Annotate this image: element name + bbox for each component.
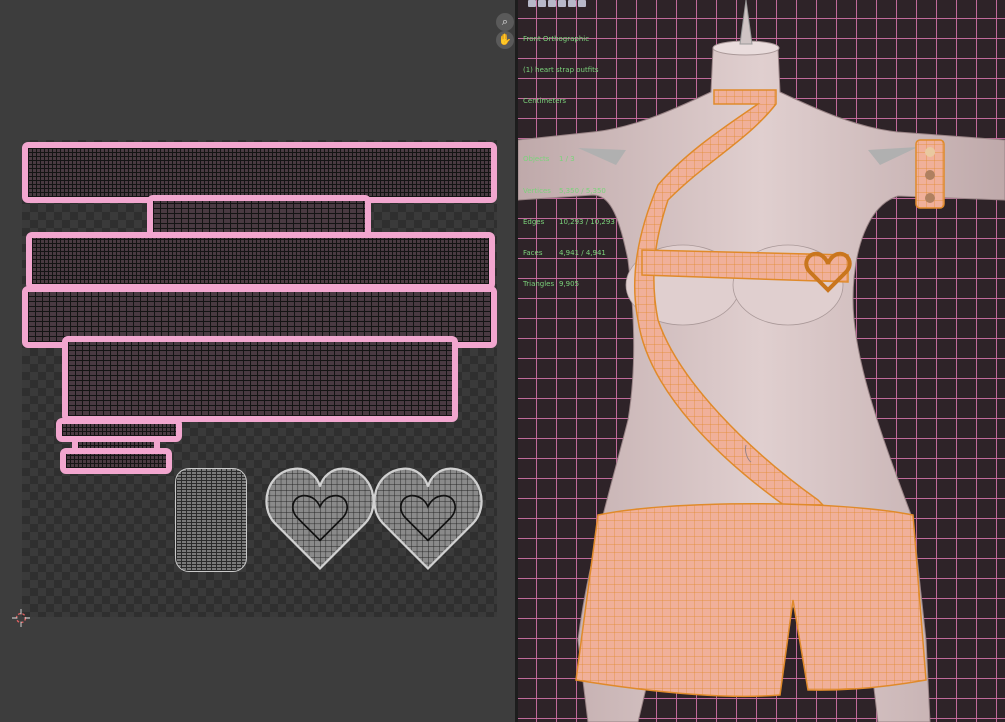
uv-island-small-strip-3[interactable] <box>60 448 172 474</box>
mode-icon[interactable] <box>528 0 536 7</box>
uv-island-buckle[interactable] <box>175 468 247 572</box>
stat-vertices: Vertices 5,350 / 5,350 <box>523 186 606 195</box>
zoom-icon: ⌕ <box>501 15 509 28</box>
uv-island-heart-1[interactable] <box>264 462 376 574</box>
units-label: Centimeters <box>523 97 567 106</box>
select-invert-icon[interactable] <box>568 0 576 7</box>
select-box-icon[interactable] <box>538 0 546 7</box>
neck-spike <box>739 0 753 45</box>
select-extend-icon[interactable] <box>548 0 556 7</box>
stat-triangles: Triangles 9,905 <box>523 280 580 289</box>
object-name: (1) heart strap outfits <box>523 66 599 75</box>
uv-island-mid-strip[interactable] <box>26 232 495 290</box>
uv-island-skirt[interactable] <box>62 336 458 422</box>
view-name: Front Orthographic <box>523 34 590 43</box>
cloth-skirt <box>575 503 927 698</box>
3d-viewport[interactable]: Front Orthographic (1) heart strap outfi… <box>518 0 1005 722</box>
uv-island-heart-2[interactable] <box>372 462 484 574</box>
stat-edges: Edges 10,293 / 10,293 <box>523 217 615 226</box>
cursor-3d-icon[interactable] <box>12 609 30 627</box>
select-intersect-icon[interactable] <box>578 0 586 7</box>
select-subtract-icon[interactable] <box>558 0 566 7</box>
viewport-header-icons[interactable] <box>528 0 586 8</box>
uv-editor-panel[interactable]: ⌕ ✋ <box>0 0 515 722</box>
uv-image-canvas[interactable] <box>22 140 497 617</box>
viewport-info-overlay: Front Orthographic (1) heart strap outfi… <box>523 13 615 310</box>
uv-island-top-strip[interactable] <box>22 142 497 203</box>
pan-tool-button[interactable]: ✋ <box>496 31 514 49</box>
stat-objects: Objects 1 / 3 <box>523 155 575 164</box>
hand-pan-icon: ✋ <box>498 33 512 46</box>
stat-faces: Faces 4,941 / 4,941 <box>523 248 606 257</box>
zoom-tool-button[interactable]: ⌕ <box>496 13 514 31</box>
